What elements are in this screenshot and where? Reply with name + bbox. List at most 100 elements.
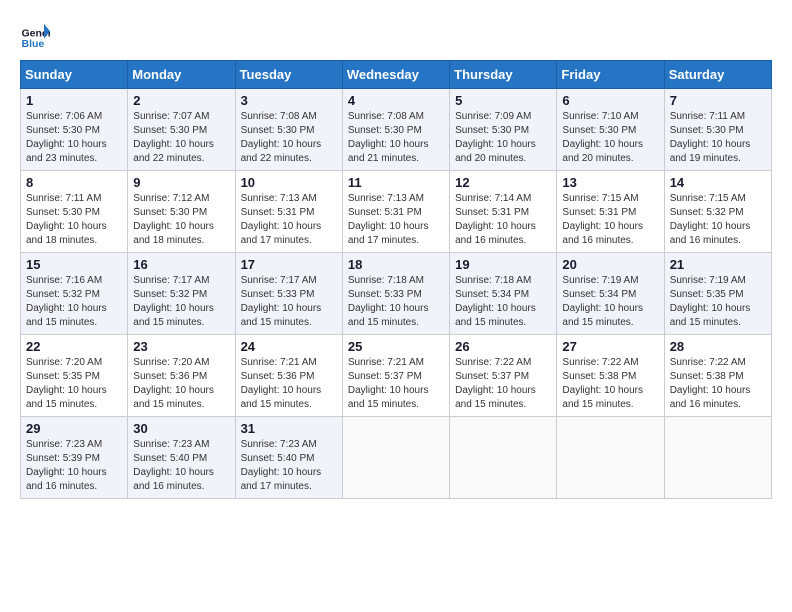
calendar-header: SundayMondayTuesdayWednesdayThursdayFrid… xyxy=(21,61,772,89)
calendar-cell: 17 Sunrise: 7:17 AM Sunset: 5:33 PM Dayli… xyxy=(235,253,342,335)
day-number: 9 xyxy=(133,175,229,190)
day-detail: Sunrise: 7:21 AM Sunset: 5:37 PM Dayligh… xyxy=(348,356,444,412)
day-number: 26 xyxy=(455,339,551,354)
day-detail: Sunrise: 7:17 AM Sunset: 5:32 PM Dayligh… xyxy=(133,274,229,330)
day-detail: Sunrise: 7:23 AM Sunset: 5:39 PM Dayligh… xyxy=(26,438,122,494)
day-detail: Sunrise: 7:22 AM Sunset: 5:38 PM Dayligh… xyxy=(670,356,766,412)
day-detail: Sunrise: 7:22 AM Sunset: 5:38 PM Dayligh… xyxy=(562,356,658,412)
calendar-cell: 14 Sunrise: 7:15 AM Sunset: 5:32 PM Dayli… xyxy=(664,171,771,253)
day-number: 15 xyxy=(26,257,122,272)
calendar-cell: 6 Sunrise: 7:10 AM Sunset: 5:30 PM Daylig… xyxy=(557,89,664,171)
day-detail: Sunrise: 7:21 AM Sunset: 5:36 PM Dayligh… xyxy=(241,356,337,412)
day-number: 27 xyxy=(562,339,658,354)
day-number: 24 xyxy=(241,339,337,354)
day-number: 11 xyxy=(348,175,444,190)
calendar-cell: 2Sunrise: 7:07 AM Sunset: 5:30 PM Daylig… xyxy=(128,89,235,171)
day-number: 30 xyxy=(133,421,229,436)
day-number: 6 xyxy=(562,93,658,108)
day-detail: Sunrise: 7:20 AM Sunset: 5:35 PM Dayligh… xyxy=(26,356,122,412)
day-number: 28 xyxy=(670,339,766,354)
day-number: 13 xyxy=(562,175,658,190)
day-number: 17 xyxy=(241,257,337,272)
header-saturday: Saturday xyxy=(664,61,771,89)
day-detail: Sunrise: 7:19 AM Sunset: 5:35 PM Dayligh… xyxy=(670,274,766,330)
day-detail: Sunrise: 7:09 AM Sunset: 5:30 PM Dayligh… xyxy=(455,110,551,166)
day-detail: Sunrise: 7:22 AM Sunset: 5:37 PM Dayligh… xyxy=(455,356,551,412)
day-number: 31 xyxy=(241,421,337,436)
day-detail: Sunrise: 7:16 AM Sunset: 5:32 PM Dayligh… xyxy=(26,274,122,330)
day-number: 5 xyxy=(455,93,551,108)
calendar-cell: 26 Sunrise: 7:22 AM Sunset: 5:37 PM Dayli… xyxy=(450,335,557,417)
header-thursday: Thursday xyxy=(450,61,557,89)
calendar-cell: 13 Sunrise: 7:15 AM Sunset: 5:31 PM Dayli… xyxy=(557,171,664,253)
day-detail: Sunrise: 7:10 AM Sunset: 5:30 PM Dayligh… xyxy=(562,110,658,166)
week-row-1: 1 Sunrise: 7:06 AM Sunset: 5:30 PM Daylig… xyxy=(21,89,772,171)
calendar-cell: 18 Sunrise: 7:18 AM Sunset: 5:33 PM Dayli… xyxy=(342,253,449,335)
day-number: 12 xyxy=(455,175,551,190)
calendar-cell: 19Sunrise: 7:18 AM Sunset: 5:34 PM Dayli… xyxy=(450,253,557,335)
header-friday: Friday xyxy=(557,61,664,89)
calendar-cell: 16 Sunrise: 7:17 AM Sunset: 5:32 PM Dayli… xyxy=(128,253,235,335)
day-number: 2 xyxy=(133,93,229,108)
calendar-cell: 8Sunrise: 7:11 AM Sunset: 5:30 PM Daylig… xyxy=(21,171,128,253)
day-detail: Sunrise: 7:17 AM Sunset: 5:33 PM Dayligh… xyxy=(241,274,337,330)
calendar-cell: 1 Sunrise: 7:06 AM Sunset: 5:30 PM Daylig… xyxy=(21,89,128,171)
header-wednesday: Wednesday xyxy=(342,61,449,89)
day-detail: Sunrise: 7:08 AM Sunset: 5:30 PM Dayligh… xyxy=(241,110,337,166)
day-number: 23 xyxy=(133,339,229,354)
day-number: 16 xyxy=(133,257,229,272)
day-detail: Sunrise: 7:20 AM Sunset: 5:36 PM Dayligh… xyxy=(133,356,229,412)
calendar-cell: 5 Sunrise: 7:09 AM Sunset: 5:30 PM Daylig… xyxy=(450,89,557,171)
day-number: 1 xyxy=(26,93,122,108)
day-number: 20 xyxy=(562,257,658,272)
day-detail: Sunrise: 7:14 AM Sunset: 5:31 PM Dayligh… xyxy=(455,192,551,248)
calendar-cell xyxy=(450,417,557,499)
week-row-3: 15 Sunrise: 7:16 AM Sunset: 5:32 PM Dayli… xyxy=(21,253,772,335)
day-number: 7 xyxy=(670,93,766,108)
header-sunday: Sunday xyxy=(21,61,128,89)
day-number: 8 xyxy=(26,175,122,190)
calendar-cell: 21 Sunrise: 7:19 AM Sunset: 5:35 PM Dayli… xyxy=(664,253,771,335)
day-detail: Sunrise: 7:11 AM Sunset: 5:30 PM Dayligh… xyxy=(670,110,766,166)
calendar-cell: 25Sunrise: 7:21 AM Sunset: 5:37 PM Dayli… xyxy=(342,335,449,417)
calendar-cell: 11Sunrise: 7:13 AM Sunset: 5:31 PM Dayli… xyxy=(342,171,449,253)
calendar-cell: 28 Sunrise: 7:22 AM Sunset: 5:38 PM Dayli… xyxy=(664,335,771,417)
day-detail: Sunrise: 7:23 AM Sunset: 5:40 PM Dayligh… xyxy=(133,438,229,494)
calendar-cell: 30 Sunrise: 7:23 AM Sunset: 5:40 PM Dayli… xyxy=(128,417,235,499)
svg-text:Blue: Blue xyxy=(22,38,45,50)
calendar-cell: 24 Sunrise: 7:21 AM Sunset: 5:36 PM Dayli… xyxy=(235,335,342,417)
page-header: General Blue xyxy=(20,20,772,50)
logo: General Blue xyxy=(20,20,54,50)
day-number: 21 xyxy=(670,257,766,272)
calendar-cell xyxy=(342,417,449,499)
day-detail: Sunrise: 7:06 AM Sunset: 5:30 PM Dayligh… xyxy=(26,110,122,166)
calendar-cell xyxy=(557,417,664,499)
week-row-4: 22Sunrise: 7:20 AM Sunset: 5:35 PM Dayli… xyxy=(21,335,772,417)
day-detail: Sunrise: 7:23 AM Sunset: 5:40 PM Dayligh… xyxy=(241,438,337,494)
calendar-cell xyxy=(664,417,771,499)
logo-icon: General Blue xyxy=(20,20,50,50)
day-detail: Sunrise: 7:08 AM Sunset: 5:30 PM Dayligh… xyxy=(348,110,444,166)
days-of-week-row: SundayMondayTuesdayWednesdayThursdayFrid… xyxy=(21,61,772,89)
header-monday: Monday xyxy=(128,61,235,89)
day-number: 14 xyxy=(670,175,766,190)
header-tuesday: Tuesday xyxy=(235,61,342,89)
day-detail: Sunrise: 7:15 AM Sunset: 5:32 PM Dayligh… xyxy=(670,192,766,248)
day-number: 18 xyxy=(348,257,444,272)
calendar-cell: 7 Sunrise: 7:11 AM Sunset: 5:30 PM Daylig… xyxy=(664,89,771,171)
day-detail: Sunrise: 7:15 AM Sunset: 5:31 PM Dayligh… xyxy=(562,192,658,248)
day-detail: Sunrise: 7:18 AM Sunset: 5:33 PM Dayligh… xyxy=(348,274,444,330)
calendar-cell: 31 Sunrise: 7:23 AM Sunset: 5:40 PM Dayli… xyxy=(235,417,342,499)
week-row-5: 29Sunrise: 7:23 AM Sunset: 5:39 PM Dayli… xyxy=(21,417,772,499)
calendar-cell: 22Sunrise: 7:20 AM Sunset: 5:35 PM Dayli… xyxy=(21,335,128,417)
day-number: 10 xyxy=(241,175,337,190)
calendar-cell: 9 Sunrise: 7:12 AM Sunset: 5:30 PM Daylig… xyxy=(128,171,235,253)
calendar-body: 1 Sunrise: 7:06 AM Sunset: 5:30 PM Daylig… xyxy=(21,89,772,499)
day-detail: Sunrise: 7:12 AM Sunset: 5:30 PM Dayligh… xyxy=(133,192,229,248)
calendar-cell: 15 Sunrise: 7:16 AM Sunset: 5:32 PM Dayli… xyxy=(21,253,128,335)
calendar-cell: 29Sunrise: 7:23 AM Sunset: 5:39 PM Dayli… xyxy=(21,417,128,499)
calendar-cell: 10 Sunrise: 7:13 AM Sunset: 5:31 PM Dayli… xyxy=(235,171,342,253)
day-detail: Sunrise: 7:18 AM Sunset: 5:34 PM Dayligh… xyxy=(455,274,551,330)
day-detail: Sunrise: 7:13 AM Sunset: 5:31 PM Dayligh… xyxy=(241,192,337,248)
day-number: 4 xyxy=(348,93,444,108)
